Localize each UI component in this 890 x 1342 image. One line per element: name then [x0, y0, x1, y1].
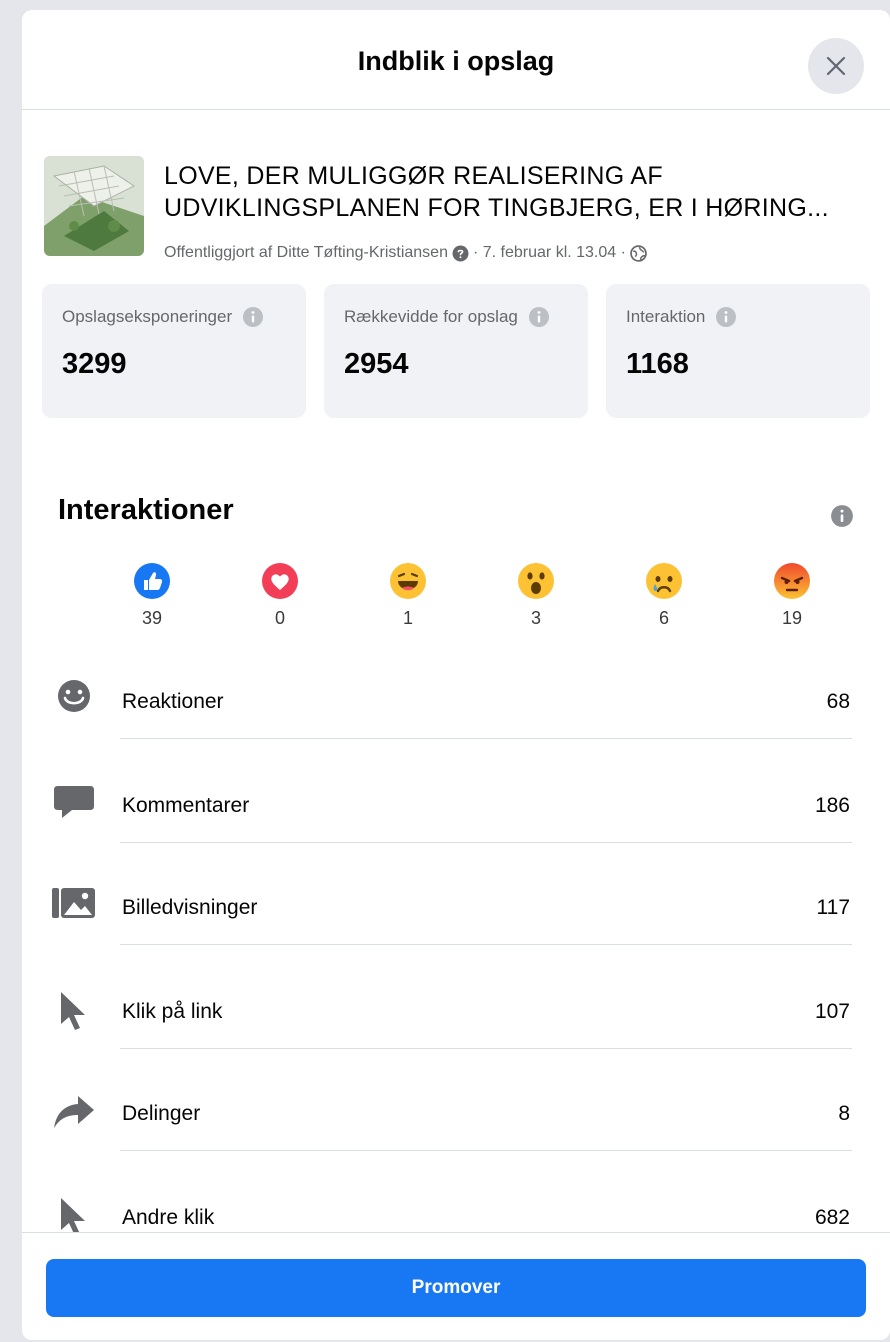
- stat-label-impressions: Opslagseksponeringer: [62, 306, 264, 328]
- divider: [120, 842, 852, 843]
- reaction-haha: 1: [378, 562, 438, 629]
- metric-value: 186: [814, 794, 850, 817]
- sad-icon: [646, 563, 682, 599]
- dialog-header: Indblik i opslag: [22, 10, 890, 110]
- divider: [120, 944, 852, 945]
- cursor-icon: [61, 992, 85, 1030]
- like-icon: [134, 563, 170, 599]
- reaction-wow: 3: [506, 562, 566, 629]
- metric-label: Reaktioner: [122, 690, 224, 713]
- metric-row-reactions[interactable]: Reaktioner 68: [52, 678, 862, 782]
- stat-label-text: Opslagseksponeringer: [62, 307, 233, 326]
- post-thumbnail[interactable]: [44, 156, 144, 256]
- post-summary: LOVE, DER MULIGGØR REALISERING AF UDVIKL…: [44, 156, 874, 276]
- reaction-angry: 19: [762, 562, 822, 629]
- aerial-map-image: [44, 156, 144, 256]
- info-icon[interactable]: [528, 306, 550, 328]
- reaction-count: 0: [274, 608, 285, 628]
- stat-value-reach: 2954: [344, 348, 409, 380]
- globe-icon: [630, 244, 647, 262]
- stat-label-engagement: Interaktion: [626, 306, 737, 328]
- reaction-count: 6: [658, 608, 669, 628]
- stat-value-engagement: 1168: [626, 348, 689, 380]
- divider: [120, 738, 852, 739]
- post-title[interactable]: LOVE, DER MULIGGØR REALISERING AF UDVIKL…: [164, 160, 864, 224]
- reaction-count: 3: [530, 608, 541, 628]
- post-insights-dialog: Indblik i opslag LOVE, DER MULIGGØR REAL…: [22, 10, 890, 1340]
- info-icon[interactable]: [830, 504, 854, 528]
- stat-label-text: Rækkevidde for opslag: [344, 307, 518, 326]
- metric-value: 682: [814, 1206, 850, 1229]
- info-icon[interactable]: [242, 306, 264, 328]
- share-icon: [54, 1096, 94, 1128]
- reaction-breakdown: 39 0 1 3 6 19: [122, 562, 822, 642]
- reaction-like: 39: [122, 562, 182, 629]
- dialog-title: Indblik i opslag: [357, 46, 555, 76]
- question-circle-icon[interactable]: [452, 245, 469, 262]
- haha-icon: [390, 563, 426, 599]
- metric-label: Andre klik: [122, 1206, 215, 1229]
- wow-icon: [518, 563, 554, 599]
- post-date[interactable]: · 7. februar kl. 13.04 ·: [473, 244, 626, 262]
- reaction-count: 19: [781, 608, 803, 628]
- stat-label-reach: Rækkevidde for opslag: [344, 306, 550, 328]
- stat-value-impressions: 3299: [62, 348, 127, 380]
- metric-row-link-clicks[interactable]: Klik på link 107: [52, 988, 862, 1092]
- photo-icon: [52, 888, 95, 918]
- angry-icon: [774, 563, 810, 599]
- close-icon: [826, 56, 846, 76]
- metric-label: Billedvisninger: [122, 896, 258, 919]
- metric-label: Delinger: [122, 1102, 201, 1125]
- metric-row-shares[interactable]: Delinger 8: [52, 1090, 862, 1194]
- info-icon[interactable]: [715, 306, 737, 328]
- metric-value: 8: [838, 1102, 850, 1125]
- smiley-icon: [58, 680, 90, 712]
- reaction-sad: 6: [634, 562, 694, 629]
- metric-row-photo-views[interactable]: Billedvisninger 117: [52, 884, 862, 988]
- metric-value: 117: [816, 896, 850, 919]
- stats-row: Opslagseksponeringer 3299 Rækkevidde for…: [42, 284, 870, 418]
- stat-label-text: Interaktion: [626, 307, 706, 326]
- metric-row-comments[interactable]: Kommentarer 186: [52, 782, 862, 886]
- metric-value: 68: [826, 690, 850, 713]
- comment-icon: [54, 786, 94, 818]
- reaction-love: 0: [250, 562, 310, 629]
- divider: [120, 1048, 852, 1049]
- reaction-count: 39: [141, 608, 163, 628]
- metric-label: Klik på link: [122, 1000, 223, 1023]
- post-meta: Offentliggjort af Ditte Tøfting-Kristian…: [164, 244, 874, 262]
- reaction-count: 1: [402, 608, 413, 628]
- metric-value: 107: [814, 1000, 850, 1023]
- divider: [120, 1150, 852, 1151]
- stat-card-engagement: Interaktion 1168: [606, 284, 870, 418]
- stat-card-reach: Rækkevidde for opslag 2954: [324, 284, 588, 418]
- close-button[interactable]: [808, 38, 864, 94]
- metric-label: Kommentarer: [122, 794, 250, 817]
- post-author-text: Offentliggjort af Ditte Tøfting-Kristian…: [164, 244, 448, 261]
- section-title: Interaktioner: [58, 494, 234, 526]
- dialog-footer: Promover: [22, 1232, 890, 1340]
- love-icon: [262, 563, 298, 599]
- promote-button[interactable]: Promover: [46, 1259, 866, 1317]
- stat-card-impressions: Opslagseksponeringer 3299: [42, 284, 306, 418]
